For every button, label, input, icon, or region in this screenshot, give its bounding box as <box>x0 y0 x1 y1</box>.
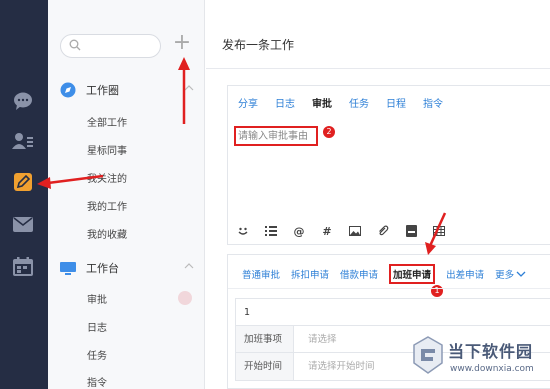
section-work-circle[interactable]: 工作圈 <box>60 80 198 100</box>
nav-item-log[interactable]: 日志 <box>87 321 107 337</box>
search-input[interactable] <box>85 38 155 54</box>
field-label: 加班事项 <box>236 326 294 352</box>
attachment-icon[interactable] <box>376 224 390 238</box>
chevron-up-icon[interactable] <box>184 85 194 91</box>
table-icon[interactable] <box>432 224 446 238</box>
section-workbench[interactable]: 工作台 <box>60 258 198 278</box>
image-icon[interactable] <box>348 224 362 238</box>
nav-item-approval[interactable]: 审批 <box>87 293 107 309</box>
type-overtime-request[interactable]: 加班申请 <box>389 264 436 284</box>
section-title: 工作圈 <box>86 84 119 97</box>
list-icon[interactable] <box>264 224 278 238</box>
calendar-icon[interactable] <box>12 256 34 276</box>
tab-share[interactable]: 分享 <box>238 95 258 110</box>
search-icon <box>69 39 81 51</box>
editor-toolbar: @ # <box>236 224 460 238</box>
watermark-text: 当下软件园 <box>448 342 534 361</box>
type-business-trip[interactable]: 出差申请 <box>446 267 484 281</box>
type-general-approval[interactable]: 普通审批 <box>242 267 280 281</box>
watermark: 当下软件园 www.downxia.com <box>404 330 550 389</box>
form-row-index: 1 <box>236 299 550 326</box>
approval-type-tabs: 普通审批 拆扣申请 借款申请 加班申请 出差申请 更多 <box>242 264 526 284</box>
notification-dot <box>178 291 192 305</box>
start-time-picker[interactable]: 请选择开始时间 <box>294 353 375 380</box>
nav-item-starred-colleagues[interactable]: 星标同事 <box>87 144 127 160</box>
nav-item-my-work[interactable]: 我的工作 <box>87 200 127 216</box>
mail-icon[interactable] <box>12 214 34 234</box>
composer-panel: 分享 日志 审批 任务 日程 指令 请输入审批事由 2 @ # <box>227 85 550 245</box>
tab-schedule[interactable]: 日程 <box>386 95 406 110</box>
chat-icon[interactable] <box>12 91 34 111</box>
contacts-icon[interactable] <box>12 131 34 151</box>
icon-rail <box>0 0 48 389</box>
hashtag-icon[interactable]: # <box>320 224 334 238</box>
nav-item-directive[interactable]: 指令 <box>87 376 107 389</box>
annotation-marker-1: 1 <box>431 285 443 297</box>
work-nav: + 工作圈 全部工作 星标同事 我关注的 我的工作 我的收藏 工作台 审批 日志… <box>48 0 205 389</box>
search-box[interactable] <box>60 34 161 58</box>
monitor-icon <box>60 260 76 276</box>
mention-icon[interactable]: @ <box>292 224 306 238</box>
overtime-item-select[interactable]: 请选择 <box>294 326 337 352</box>
tab-log[interactable]: 日志 <box>275 95 295 110</box>
field-label: 开始时间 <box>236 353 294 380</box>
tab-directive[interactable]: 指令 <box>423 95 443 110</box>
storage-icon[interactable] <box>404 224 418 238</box>
nav-item-all-work[interactable]: 全部工作 <box>87 116 127 132</box>
type-discount-request[interactable]: 拆扣申请 <box>291 267 329 281</box>
page-title: 发布一条工作 <box>222 38 295 52</box>
type-loan-request[interactable]: 借款申请 <box>340 267 378 281</box>
watermark-logo-icon <box>413 336 443 374</box>
emoji-icon[interactable] <box>236 224 250 238</box>
nav-item-my-favorites[interactable]: 我的收藏 <box>87 228 127 244</box>
chevron-down-icon <box>516 271 526 277</box>
watermark-url: www.downxia.com <box>450 364 534 374</box>
compass-icon <box>60 82 76 98</box>
chevron-up-icon[interactable] <box>184 263 194 269</box>
more-label: 更多 <box>495 270 515 281</box>
work-edit-icon[interactable] <box>12 172 34 192</box>
tab-approval[interactable]: 审批 <box>312 95 332 110</box>
annotation-marker-2: 2 <box>323 126 335 138</box>
approval-reason-input[interactable]: 请输入审批事由 <box>234 126 318 146</box>
divider <box>206 68 550 69</box>
tab-task[interactable]: 任务 <box>349 95 369 110</box>
more-types-button[interactable]: 更多 <box>495 267 526 281</box>
divider <box>228 288 550 289</box>
nav-item-task[interactable]: 任务 <box>87 349 107 365</box>
add-button[interactable]: + <box>171 32 193 55</box>
row-number: 1 <box>244 307 251 318</box>
composer-tabs: 分享 日志 审批 任务 日程 指令 <box>238 95 443 110</box>
section-title: 工作台 <box>86 262 119 275</box>
nav-item-following[interactable]: 我关注的 <box>87 172 127 188</box>
